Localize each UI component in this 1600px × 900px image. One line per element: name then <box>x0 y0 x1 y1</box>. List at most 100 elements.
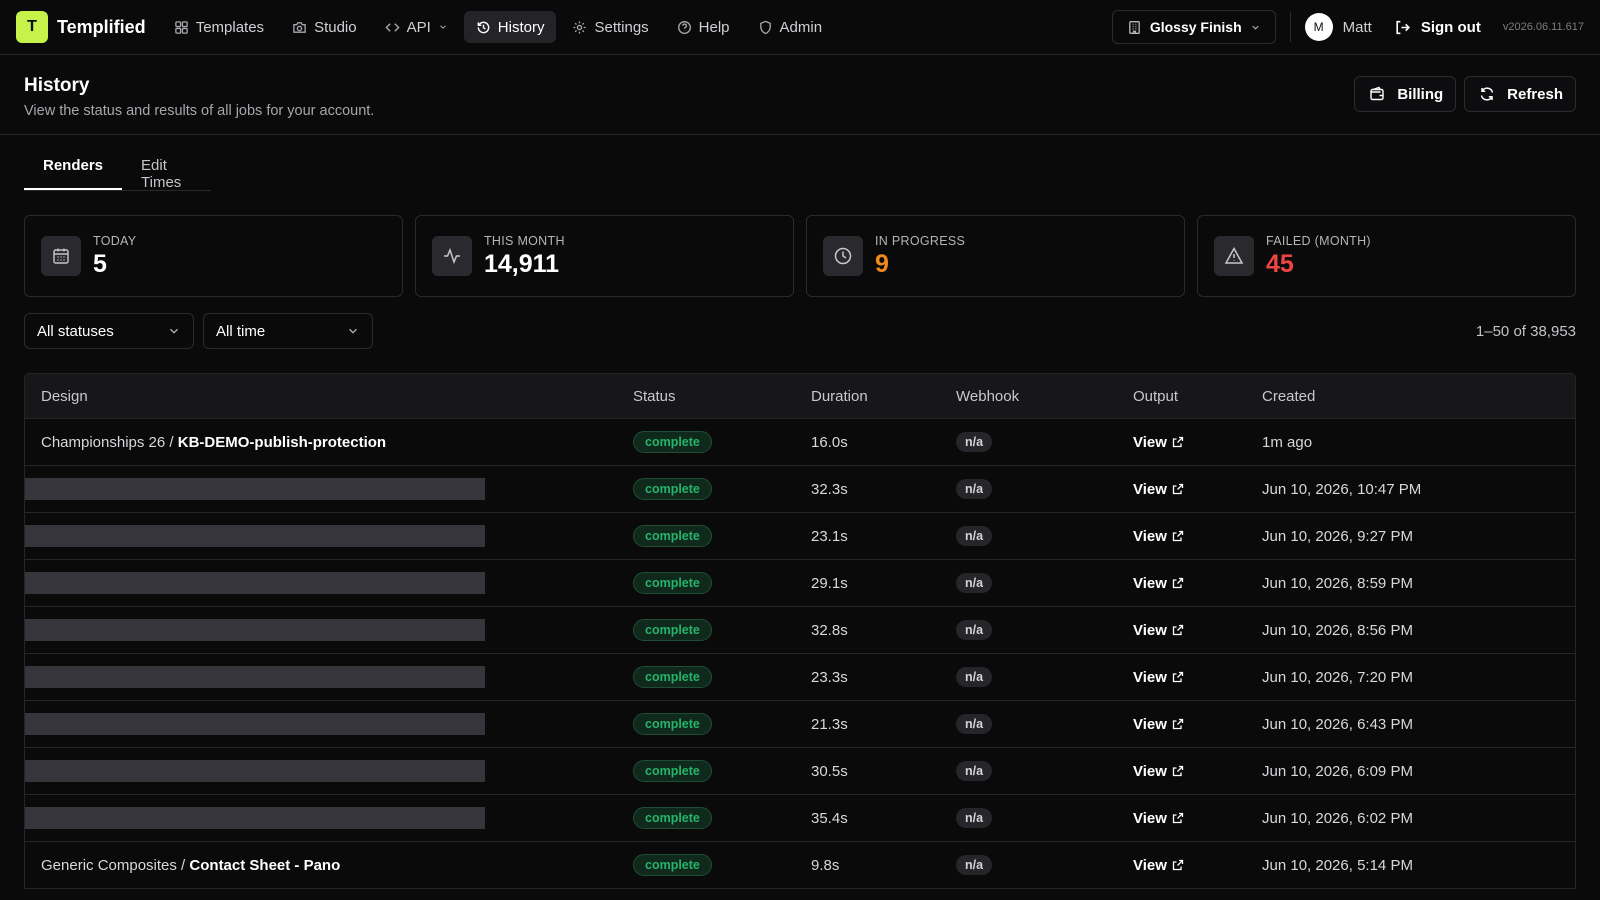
cell-created: Jun 10, 2026, 6:02 PM <box>1262 809 1413 827</box>
nav-history[interactable]: History <box>463 11 557 43</box>
cell-output: View <box>1133 857 1262 874</box>
table-row[interactable]: complete 32.8s n/a View Jun 10, 2026, 8:56 P… <box>25 607 1575 654</box>
table-row[interactable]: complete 35.4s n/a View Jun 10, 2026, 6:02 P… <box>25 795 1575 842</box>
status-badge: complete <box>633 619 712 641</box>
nav-api-label: API <box>406 18 431 36</box>
view-label: View <box>1133 621 1167 639</box>
external-link-icon <box>1172 765 1184 777</box>
view-output-link[interactable]: View <box>1133 857 1184 874</box>
time-filter-value: All time <box>216 322 266 340</box>
status-badge: complete <box>633 854 712 876</box>
design-name[interactable]: Contact Sheet - Pano <box>189 857 340 874</box>
view-output-link[interactable]: View <box>1133 763 1184 780</box>
cell-duration: 23.1s <box>811 527 848 545</box>
status-badge: complete <box>633 572 712 594</box>
cell-output: View <box>1133 716 1262 733</box>
billing-button[interactable]: Billing <box>1354 76 1457 112</box>
design-collection: Championships 26 <box>41 433 166 451</box>
gear-icon <box>572 20 587 35</box>
refresh-button[interactable]: Refresh <box>1464 76 1576 112</box>
cell-status: complete <box>633 525 811 547</box>
view-output-link[interactable]: View <box>1133 810 1184 827</box>
external-link-icon <box>1172 530 1184 542</box>
cell-webhook: n/a <box>956 620 1133 640</box>
nav-admin[interactable]: Admin <box>746 11 835 43</box>
nav-templates[interactable]: Templates <box>162 11 276 43</box>
cell-created: Jun 10, 2026, 9:27 PM <box>1262 527 1413 545</box>
cell-status: complete <box>633 854 811 876</box>
cell-output: View <box>1133 763 1262 780</box>
table-row[interactable]: complete 21.3s n/a View Jun 10, 2026, 6:43 P… <box>25 701 1575 748</box>
header-duration: Duration <box>811 387 868 405</box>
divider <box>1289 12 1291 42</box>
cell-design <box>25 607 633 653</box>
cell-created: Jun 10, 2026, 7:20 PM <box>1262 668 1413 686</box>
nav-templates-label: Templates <box>195 18 265 36</box>
webhook-badge: n/a <box>956 714 993 734</box>
status-badge: complete <box>633 525 712 547</box>
status-badge: complete <box>633 666 712 688</box>
cell-status: complete <box>633 431 811 453</box>
avatar[interactable]: M <box>1304 13 1333 41</box>
header-status: Status <box>633 387 676 405</box>
view-output-link[interactable]: View <box>1133 528 1184 545</box>
cell-created: Jun 10, 2026, 10:47 PM <box>1262 480 1422 498</box>
cell-output: View <box>1133 810 1262 827</box>
sign-out-label: Sign out <box>1420 18 1481 36</box>
workspace-switcher[interactable]: Glossy Finish <box>1111 10 1276 44</box>
app-version: v2026.06.11.617 <box>1502 21 1584 33</box>
stat-value: 14,911 <box>484 249 560 278</box>
view-output-link[interactable]: View <box>1133 622 1184 639</box>
status-filter-select[interactable]: All statuses <box>24 313 194 349</box>
cell-status: complete <box>633 713 811 735</box>
view-output-link[interactable]: View <box>1133 669 1184 686</box>
cell-status: complete <box>633 807 811 829</box>
view-label: View <box>1133 856 1167 874</box>
webhook-badge: n/a <box>956 855 993 875</box>
nav-api[interactable]: API <box>373 11 460 43</box>
design-name[interactable]: KB-DEMO-publish-protection <box>178 434 386 451</box>
tab-renders[interactable]: Renders <box>24 157 123 190</box>
stat-this-month: THIS MONTH 14,911 <box>415 215 794 297</box>
webhook-badge: n/a <box>956 479 993 499</box>
view-output-link[interactable]: View <box>1133 575 1184 592</box>
view-output-link[interactable]: View <box>1133 481 1184 498</box>
table-row[interactable]: Championships 26 / KB-DEMO-publish-prote… <box>25 419 1575 466</box>
table-row[interactable]: complete 30.5s n/a View Jun 10, 2026, 6:09 P… <box>25 748 1575 795</box>
view-label: View <box>1133 574 1167 592</box>
cell-design <box>25 654 633 700</box>
cell-webhook: n/a <box>956 573 1133 593</box>
status-badge: complete <box>633 431 712 453</box>
nav-settings[interactable]: Settings <box>560 11 660 43</box>
nav-admin-label: Admin <box>779 18 823 36</box>
cell-webhook: n/a <box>956 479 1133 499</box>
page-title: History <box>24 75 90 96</box>
nav-help[interactable]: Help <box>665 11 742 43</box>
webhook-badge: n/a <box>956 667 993 687</box>
view-output-link[interactable]: View <box>1133 434 1184 451</box>
view-output-link[interactable]: View <box>1133 716 1184 733</box>
cell-output: View <box>1133 669 1262 686</box>
header-created: Created <box>1262 387 1316 405</box>
cell-created: Jun 10, 2026, 8:56 PM <box>1262 621 1413 639</box>
redacted-block <box>25 807 485 829</box>
chevron-down-icon <box>438 22 448 32</box>
sign-out-button[interactable]: Sign out <box>1394 19 1481 36</box>
nav-studio[interactable]: Studio <box>280 11 369 43</box>
tab-edit-times[interactable]: Edit Times <box>122 157 211 191</box>
table-row[interactable]: complete 23.3s n/a View Jun 10, 2026, 7:20 P… <box>25 654 1575 701</box>
redacted-block <box>25 619 485 641</box>
stat-in-progress: IN PROGRESS 9 <box>806 215 1185 297</box>
table-row[interactable]: Generic Composites / Contact Sheet - Pan… <box>25 842 1575 889</box>
activity-icon <box>432 236 472 276</box>
table-row[interactable]: complete 32.3s n/a View Jun 10, 2026, 10:47 … <box>25 466 1575 513</box>
status-badge: complete <box>633 760 712 782</box>
app-logo[interactable]: T Templified <box>16 11 146 43</box>
time-filter-select[interactable]: All time <box>203 313 373 349</box>
table-row[interactable]: complete 29.1s n/a View Jun 10, 2026, 8:59 P… <box>25 560 1575 607</box>
table-body: Championships 26 / KB-DEMO-publish-prote… <box>25 419 1575 889</box>
external-link-icon <box>1172 812 1184 824</box>
stat-failed-month: FAILED (MONTH) 45 <box>1197 215 1576 297</box>
table-row[interactable]: complete 23.1s n/a View Jun 10, 2026, 9:27 P… <box>25 513 1575 560</box>
cell-output: View <box>1133 575 1262 592</box>
